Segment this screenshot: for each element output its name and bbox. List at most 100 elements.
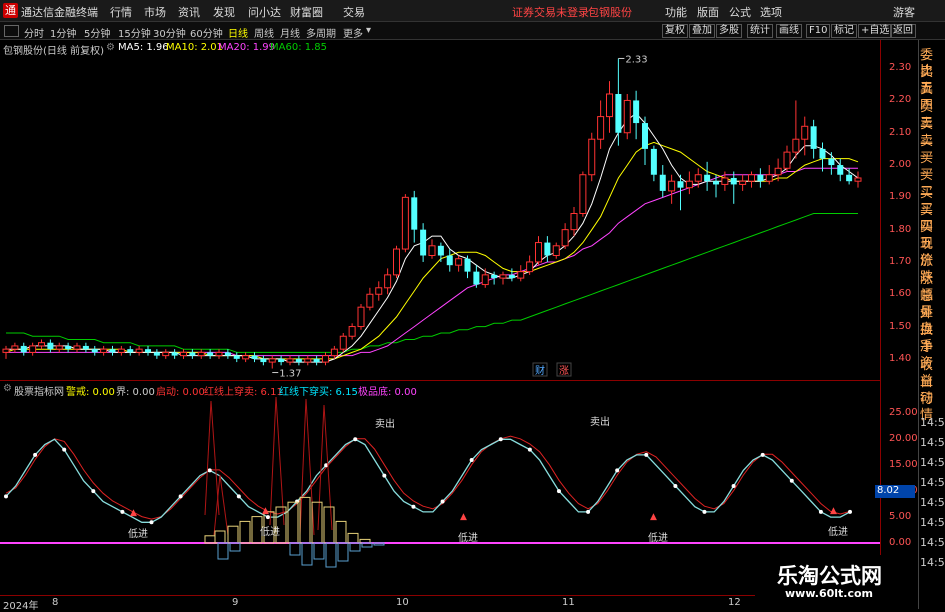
candle[interactable] bbox=[47, 339, 54, 353]
candle[interactable] bbox=[668, 174, 676, 204]
candle[interactable] bbox=[481, 268, 489, 288]
candle[interactable] bbox=[295, 355, 302, 366]
candle[interactable] bbox=[153, 349, 160, 359]
candle[interactable] bbox=[109, 345, 116, 356]
candle[interactable] bbox=[233, 352, 240, 363]
candle[interactable] bbox=[401, 194, 409, 253]
candle[interactable] bbox=[792, 100, 800, 159]
candle[interactable] bbox=[207, 349, 214, 359]
candle[interactable] bbox=[322, 352, 329, 366]
candle[interactable] bbox=[473, 265, 480, 288]
candle[interactable] bbox=[268, 355, 276, 369]
candle[interactable] bbox=[171, 349, 178, 359]
candle[interactable] bbox=[606, 81, 613, 133]
candle[interactable] bbox=[127, 345, 134, 356]
candle[interactable] bbox=[783, 145, 791, 172]
candle[interactable] bbox=[685, 171, 693, 195]
period-5min[interactable]: 5分钟 bbox=[84, 25, 110, 40]
period-fenshi[interactable]: 分时 bbox=[24, 25, 44, 40]
candle[interactable] bbox=[765, 165, 773, 185]
candle[interactable] bbox=[659, 165, 666, 198]
candle[interactable] bbox=[100, 345, 108, 356]
candle[interactable] bbox=[455, 255, 463, 272]
candle[interactable] bbox=[135, 345, 143, 356]
candle[interactable] bbox=[428, 239, 436, 259]
tongji-button[interactable]: 统计 bbox=[747, 24, 773, 38]
candle[interactable] bbox=[215, 349, 223, 359]
candle[interactable] bbox=[828, 152, 835, 175]
duogu-button[interactable]: 多股 bbox=[716, 24, 742, 38]
candle[interactable] bbox=[704, 161, 711, 191]
menu-hangqing[interactable]: 行情 bbox=[110, 4, 132, 20]
candle[interactable] bbox=[535, 236, 542, 266]
candle[interactable] bbox=[384, 268, 392, 295]
candle[interactable] bbox=[411, 190, 418, 243]
candle[interactable] bbox=[854, 171, 862, 188]
menu-wenxiaoda[interactable]: 问小达 bbox=[248, 4, 281, 20]
candle[interactable] bbox=[20, 342, 27, 356]
indicator-chart[interactable]: ▲ 低进 ▲ 低进 ▲ 低进 ▲ 低进 ▲ 低进 卖出 卖出 bbox=[0, 395, 880, 595]
menu-gongshi[interactable]: 公式 bbox=[729, 4, 751, 20]
fanhui-button[interactable]: 返回 bbox=[890, 24, 916, 38]
candle[interactable] bbox=[633, 90, 640, 140]
candle[interactable] bbox=[117, 345, 125, 356]
candle[interactable] bbox=[91, 345, 98, 356]
candle[interactable] bbox=[348, 323, 356, 340]
candle[interactable] bbox=[446, 249, 453, 272]
candle[interactable] bbox=[145, 345, 151, 356]
candle[interactable] bbox=[846, 168, 853, 185]
menu-caifuquan[interactable]: 财富圈 bbox=[290, 4, 323, 20]
candle[interactable] bbox=[242, 352, 250, 363]
candle[interactable] bbox=[464, 255, 471, 279]
diejia-button[interactable]: 叠加 bbox=[689, 24, 715, 38]
candle[interactable] bbox=[55, 342, 63, 353]
candle[interactable] bbox=[11, 342, 19, 353]
period-1min[interactable]: 1分钟 bbox=[50, 25, 76, 40]
candle[interactable] bbox=[491, 271, 498, 285]
candle[interactable] bbox=[650, 145, 657, 182]
candle[interactable] bbox=[29, 342, 37, 356]
candle[interactable] bbox=[588, 132, 596, 182]
candle[interactable] bbox=[810, 119, 817, 159]
candle[interactable] bbox=[730, 171, 737, 204]
menu-shichang[interactable]: 市场 bbox=[144, 4, 166, 20]
huaxian-button[interactable]: 画线 bbox=[776, 24, 802, 38]
period-more[interactable]: 更多 bbox=[343, 25, 363, 40]
login-notice[interactable]: 证券交易未登录 bbox=[512, 4, 589, 20]
candle[interactable] bbox=[286, 355, 294, 366]
candle[interactable] bbox=[615, 58, 622, 146]
candle[interactable] bbox=[819, 142, 826, 172]
period-15min[interactable]: 15分钟 bbox=[118, 25, 151, 40]
candle[interactable] bbox=[552, 242, 560, 259]
candle[interactable] bbox=[2, 345, 10, 359]
candle[interactable] bbox=[65, 342, 72, 353]
menu-faxian[interactable]: 发现 bbox=[213, 4, 235, 20]
candle[interactable] bbox=[366, 287, 374, 311]
indicator-gear-icon[interactable]: ⚙ bbox=[3, 383, 12, 394]
candle[interactable] bbox=[801, 116, 809, 156]
candle[interactable] bbox=[38, 339, 45, 350]
candle[interactable] bbox=[393, 245, 400, 279]
candle[interactable] bbox=[73, 342, 81, 353]
candle[interactable] bbox=[642, 116, 648, 166]
candle[interactable] bbox=[278, 355, 285, 366]
menu-zixun[interactable]: 资讯 bbox=[178, 4, 200, 20]
candle[interactable] bbox=[189, 349, 196, 359]
menu-jiaoyi[interactable]: 交易 bbox=[343, 4, 365, 20]
candle[interactable] bbox=[251, 352, 258, 363]
candle[interactable] bbox=[570, 207, 578, 237]
candle[interactable] bbox=[313, 355, 320, 366]
chevron-down-icon[interactable]: ▾ bbox=[366, 25, 371, 36]
f10-button[interactable]: F10 bbox=[806, 24, 831, 38]
candle[interactable] bbox=[739, 174, 747, 191]
period-monthly[interactable]: 月线 bbox=[280, 25, 300, 40]
candle[interactable] bbox=[623, 93, 631, 140]
candle[interactable] bbox=[162, 349, 170, 359]
candle[interactable] bbox=[375, 281, 383, 301]
candle[interactable] bbox=[420, 223, 427, 262]
candle[interactable] bbox=[597, 100, 605, 149]
candle[interactable] bbox=[180, 349, 187, 359]
candle[interactable] bbox=[499, 271, 507, 285]
candle[interactable] bbox=[82, 342, 89, 353]
menu-banmian[interactable]: 版面 bbox=[697, 4, 719, 20]
